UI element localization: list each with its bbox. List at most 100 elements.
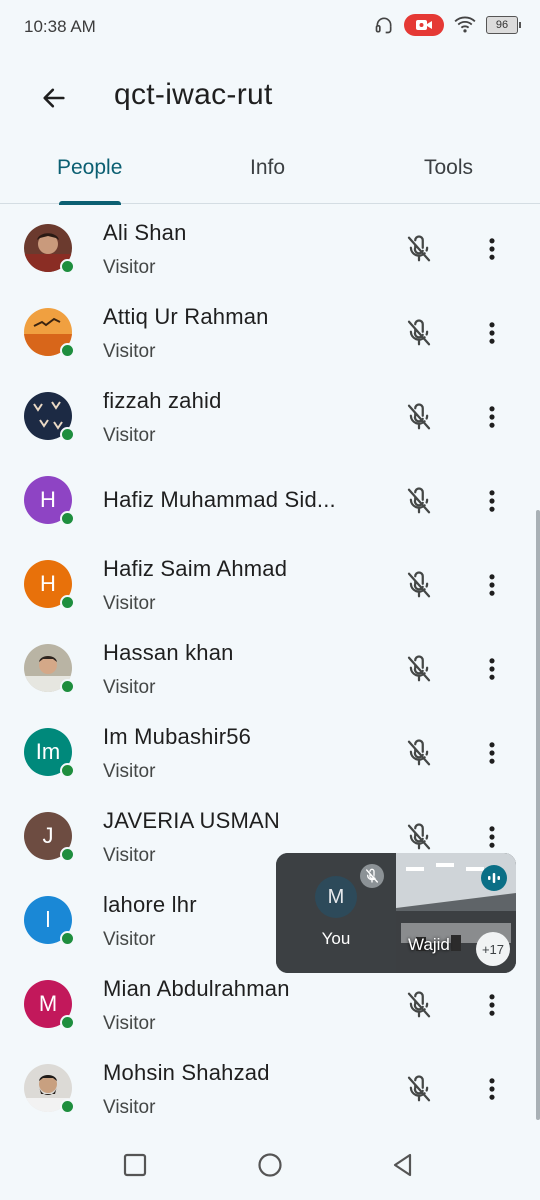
online-status-dot (60, 1099, 75, 1114)
avatar (24, 224, 75, 274)
meeting-title: qct-iwac-rut (114, 78, 273, 111)
participant-row[interactable]: H Hafiz Saim Ahmad Visitor (0, 542, 540, 626)
online-status-dot (60, 847, 75, 862)
system-nav-bar (0, 1128, 540, 1200)
audio-wave-icon (488, 873, 500, 883)
tab-people[interactable]: People (57, 156, 122, 180)
participant-role: Visitor (103, 845, 156, 866)
mic-off-icon[interactable] (404, 234, 434, 264)
participant-role: Visitor (103, 593, 156, 614)
participant-role: Visitor (103, 341, 156, 362)
call-pip-window[interactable]: M You Wajid +17 (276, 853, 516, 973)
tab-info[interactable]: Info (250, 156, 285, 180)
avatar-initial: M (38, 991, 58, 1016)
avatar (24, 644, 75, 694)
screen-record-indicator (404, 14, 444, 36)
online-status-dot (60, 763, 75, 778)
participant-name: Hafiz Muhammad Sid... (103, 487, 336, 512)
back-nav-icon[interactable] (388, 1150, 418, 1180)
online-status-dot (60, 595, 75, 610)
battery-icon: 96 (486, 16, 521, 34)
tab-tools[interactable]: Tools (424, 156, 473, 180)
tab-bar: People Info Tools (0, 140, 540, 205)
participant-name: Mian Abdulrahman (103, 976, 290, 1001)
avatar (24, 1064, 75, 1114)
more-vert-icon[interactable] (478, 318, 506, 348)
avatar (24, 308, 75, 358)
mic-off-icon[interactable] (404, 738, 434, 768)
mic-off-icon (366, 868, 378, 883)
participant-row[interactable]: M Mian Abdulrahman Visitor (0, 962, 540, 1046)
video-camera-icon (416, 20, 432, 30)
more-vert-icon[interactable] (478, 402, 506, 432)
mic-off-icon[interactable] (404, 570, 434, 600)
mic-off-icon[interactable] (404, 318, 434, 348)
arrow-back-icon (43, 88, 65, 108)
app-bar: qct-iwac-rut (0, 56, 540, 140)
scrollbar[interactable] (536, 510, 540, 1120)
people-list: Ali Shan Visitor Attiq Ur Rahman Visitor… (0, 206, 540, 1130)
headset-icon (375, 17, 392, 34)
mic-off-icon[interactable] (404, 822, 434, 852)
speaking-indicator (481, 865, 507, 891)
more-vert-icon[interactable] (478, 486, 506, 516)
more-vert-icon[interactable] (478, 738, 506, 768)
avatar-initial: Im (35, 739, 61, 764)
participant-role: Visitor (103, 257, 156, 278)
home-icon[interactable] (255, 1150, 285, 1180)
online-status-dot (60, 427, 75, 442)
participant-row[interactable]: Attiq Ur Rahman Visitor (0, 290, 540, 374)
participant-role: Visitor (103, 929, 156, 950)
mic-off-icon[interactable] (404, 1074, 434, 1104)
avatar-initial: J (42, 823, 54, 848)
participant-role: Visitor (103, 677, 156, 698)
participant-name: Attiq Ur Rahman (103, 304, 269, 329)
status-bar: 10:38 AM 96 (0, 0, 540, 56)
more-vert-icon[interactable] (478, 234, 506, 264)
more-vert-icon[interactable] (478, 654, 506, 684)
participant-name: Hafiz Saim Ahmad (103, 556, 288, 581)
participant-row[interactable]: Mohsin Shahzad Visitor (0, 1046, 540, 1130)
more-vert-icon[interactable] (478, 1074, 506, 1104)
online-status-dot (60, 343, 75, 358)
participant-name: fizzah zahid (103, 388, 222, 413)
wifi-icon (454, 16, 476, 33)
participant-role: Visitor (103, 761, 156, 782)
participant-row[interactable]: fizzah zahid Visitor (0, 374, 540, 458)
participant-count-badge: +17 (476, 932, 510, 966)
self-tile: M You (276, 853, 396, 973)
self-label: You (321, 929, 351, 948)
participant-row[interactable]: Im Im Mubashir56 Visitor (0, 710, 540, 794)
avatar: H (24, 476, 75, 526)
remote-tile: Wajid +17 (396, 853, 516, 973)
participant-row[interactable]: Hassan khan Visitor (0, 626, 540, 710)
participant-row[interactable]: H Hafiz Muhammad Sid... (0, 458, 540, 542)
self-avatar: M (315, 876, 357, 918)
avatar: l (24, 896, 75, 946)
online-status-dot (60, 1015, 75, 1030)
avatar (24, 392, 75, 442)
participant-row[interactable]: Ali Shan Visitor (0, 206, 540, 290)
recents-icon[interactable] (120, 1150, 150, 1180)
mic-off-icon[interactable] (404, 654, 434, 684)
avatar: H (24, 560, 75, 610)
avatar: M (24, 980, 75, 1030)
participant-role: Visitor (103, 425, 156, 446)
more-vert-icon[interactable] (478, 990, 506, 1020)
avatar-initial: H (40, 571, 56, 596)
participant-name: Mohsin Shahzad (103, 1060, 270, 1085)
back-button[interactable] (34, 78, 74, 118)
more-vert-icon[interactable] (478, 822, 506, 852)
online-status-dot (60, 259, 75, 274)
avatar-initial: H (40, 487, 56, 512)
mic-off-icon[interactable] (404, 486, 434, 516)
participant-role: Visitor (103, 1013, 156, 1034)
mic-off-icon[interactable] (404, 402, 434, 432)
online-status-dot (60, 931, 75, 946)
more-vert-icon[interactable] (478, 570, 506, 600)
mic-off-icon[interactable] (404, 990, 434, 1020)
participant-role: Visitor (103, 1097, 156, 1118)
remote-participant-name: Wajid (408, 935, 450, 954)
participant-name: Im Mubashir56 (103, 724, 252, 749)
tab-indicator (59, 201, 121, 205)
